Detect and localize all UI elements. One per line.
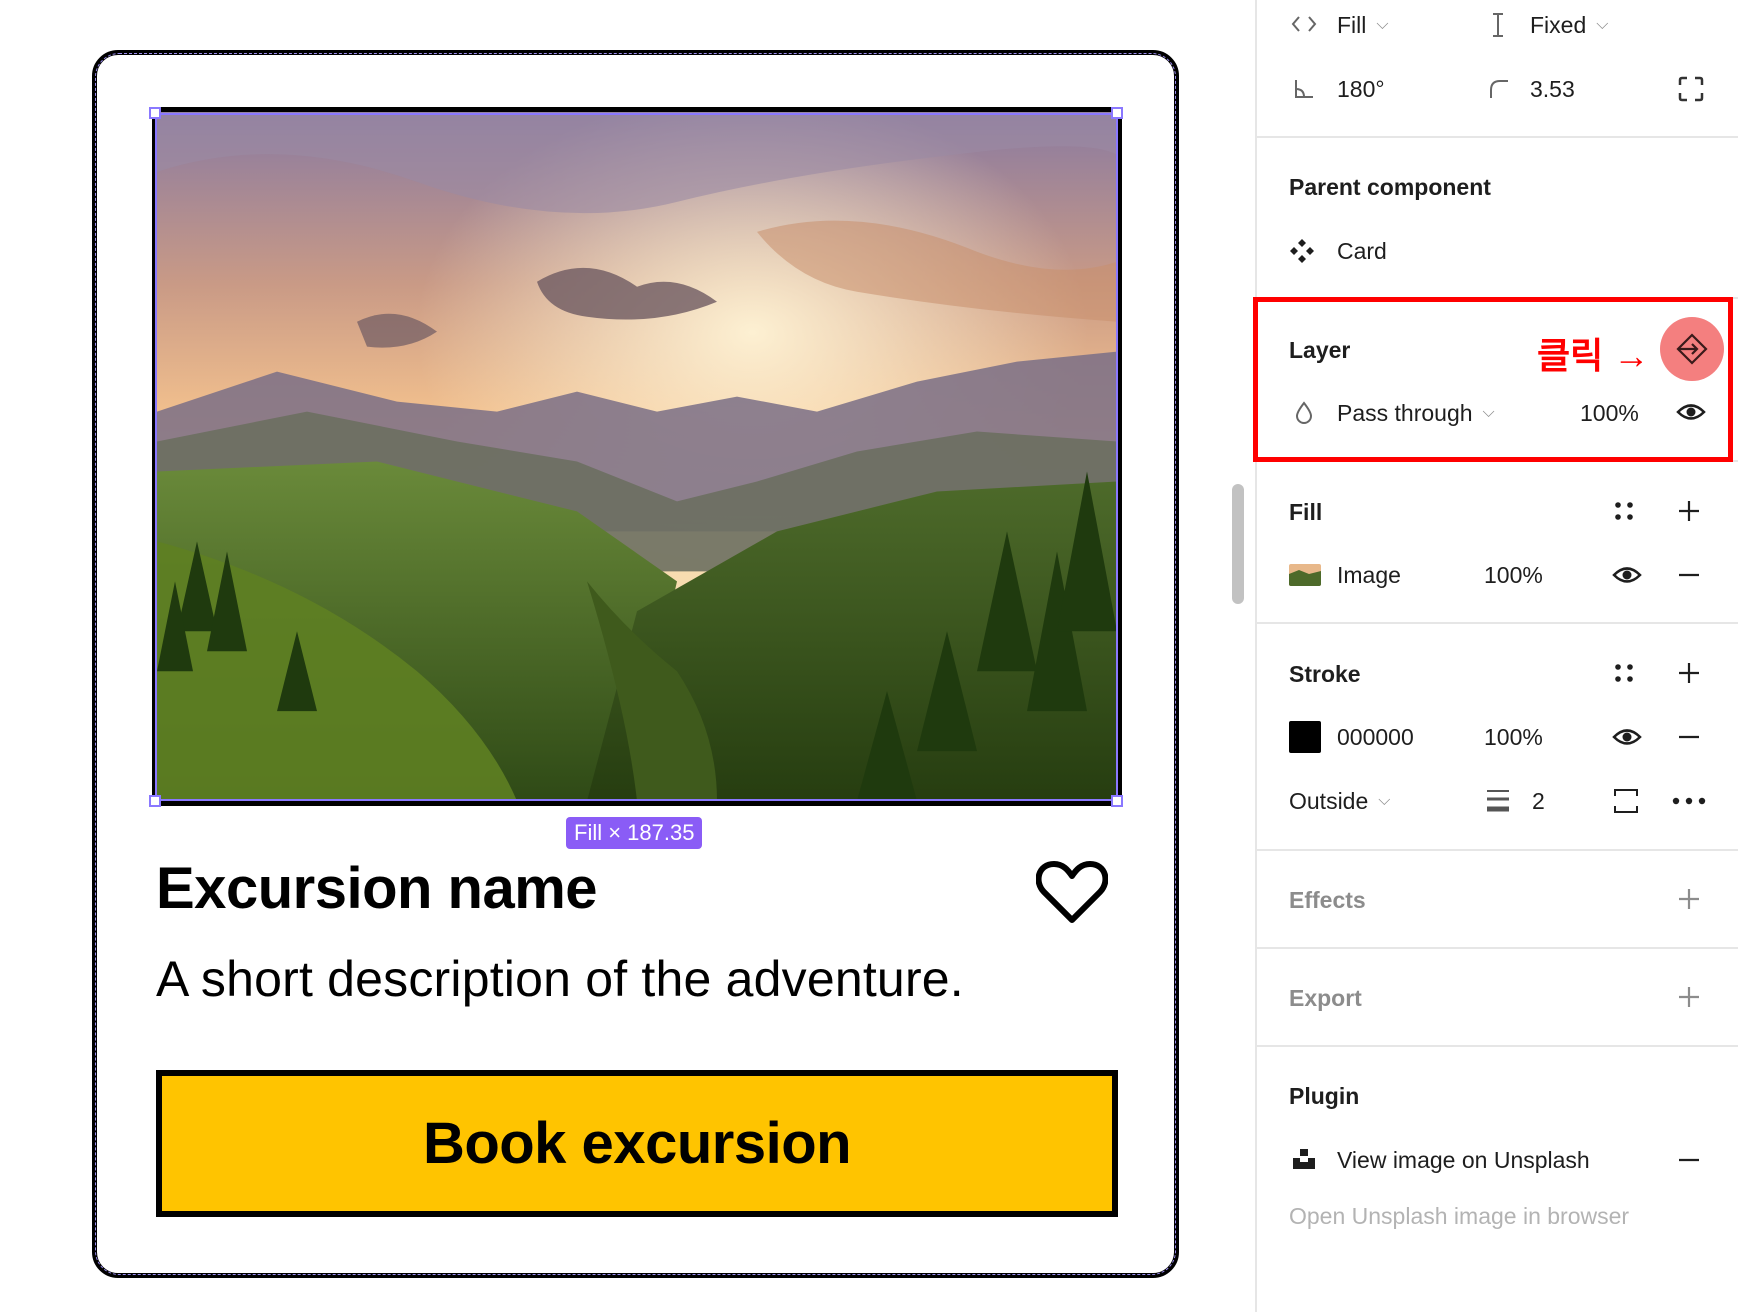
chevron-down-icon: ⌵	[1376, 16, 1389, 33]
individual-strokes-icon[interactable]	[1613, 788, 1639, 814]
stroke-weight-value: 2	[1532, 787, 1545, 814]
plugin-item-label: View image on Unsplash	[1337, 1146, 1590, 1173]
effects-title: Effects	[1289, 887, 1366, 913]
blend-mode-dropdown[interactable]: Pass through ⌵	[1337, 399, 1495, 427]
fill-type-value: Image	[1337, 561, 1401, 588]
chevron-down-icon: ⌵	[1378, 792, 1391, 809]
component-icon	[1290, 239, 1314, 263]
remove-fill-icon[interactable]	[1677, 564, 1701, 586]
section-divider	[1257, 947, 1738, 949]
layer-opacity-value: 100%	[1580, 399, 1639, 426]
layer-title: Layer	[1289, 337, 1351, 363]
width-mode-value: Fill	[1337, 11, 1367, 38]
stroke-opacity-value: 100%	[1484, 723, 1543, 750]
stroke-position-dropdown[interactable]: Outside ⌵	[1289, 787, 1390, 815]
blend-mode-value: Pass through	[1337, 399, 1473, 426]
independent-corners-icon[interactable]	[1678, 76, 1704, 102]
rotation-icon	[1295, 80, 1313, 98]
export-title: Export	[1289, 985, 1362, 1011]
add-stroke-icon[interactable]	[1677, 661, 1701, 685]
card-image[interactable]	[152, 107, 1122, 806]
corner-radius-icon	[1490, 80, 1508, 98]
parent-component-title: Parent component	[1289, 174, 1491, 200]
plugin-hint: Open Unsplash image in browser	[1289, 1203, 1630, 1229]
card-title[interactable]: Excursion name	[156, 855, 598, 922]
add-export-icon[interactable]	[1677, 985, 1701, 1009]
eye-icon[interactable]	[1612, 726, 1642, 748]
annotation-click-label: 클릭 →	[1537, 335, 1650, 376]
card-description[interactable]: A short description of the adventure.	[156, 950, 964, 1008]
view-on-unsplash-item[interactable]: View image on Unsplash	[1337, 1146, 1590, 1174]
fill-opacity-field[interactable]: 100%	[1484, 561, 1543, 589]
stroke-color-field[interactable]: 000000	[1337, 723, 1414, 751]
styles-grid-icon[interactable]	[1613, 500, 1635, 522]
add-effect-icon[interactable]	[1677, 887, 1701, 911]
corner-radius-value: 3.53	[1530, 75, 1575, 102]
remove-stroke-icon[interactable]	[1677, 726, 1701, 748]
image-fill-thumbnail[interactable]	[1289, 564, 1321, 586]
stroke-color-value: 000000	[1337, 723, 1414, 750]
blend-mode-drop-icon	[1295, 401, 1313, 424]
go-to-main-component-button[interactable]	[1660, 317, 1724, 381]
styles-grid-icon[interactable]	[1613, 662, 1635, 684]
height-mode-value: Fixed	[1530, 11, 1587, 38]
resize-handle-top-left[interactable]	[149, 107, 161, 119]
eye-icon[interactable]	[1612, 564, 1642, 586]
resize-handle-bottom-right[interactable]	[1111, 795, 1123, 807]
stroke-position-value: Outside	[1289, 787, 1369, 814]
unsplash-icon	[1293, 1149, 1315, 1169]
section-divider	[1257, 460, 1738, 462]
vertical-resize-icon	[1493, 13, 1503, 37]
heart-outline-icon[interactable]	[1036, 858, 1108, 924]
section-divider	[1257, 297, 1738, 299]
layer-opacity-field[interactable]: 100%	[1580, 399, 1639, 427]
chevron-down-icon: ⌵	[1596, 16, 1609, 33]
properties-panel: Fill ⌵ Fixed ⌵ 180° 3.53 Parent componen…	[1255, 0, 1738, 1312]
width-mode-dropdown[interactable]: Fill ⌵	[1337, 11, 1389, 39]
remove-plugin-data-icon[interactable]	[1677, 1149, 1701, 1171]
height-mode-dropdown[interactable]: Fixed ⌵	[1530, 11, 1608, 39]
eye-icon[interactable]	[1676, 401, 1706, 423]
mountain-valley-photo	[157, 112, 1117, 801]
section-divider	[1257, 1045, 1738, 1047]
section-divider	[1257, 136, 1738, 138]
resize-handle-bottom-left[interactable]	[149, 795, 161, 807]
plugin-title: Plugin	[1289, 1083, 1360, 1109]
design-canvas[interactable]: Fill × 187.35 Excursion name A short des…	[0, 0, 1255, 1312]
stroke-weight-icon	[1487, 790, 1509, 812]
horizontal-resize-icon	[1291, 16, 1317, 32]
rotation-field[interactable]: 180°	[1337, 75, 1385, 103]
section-divider	[1257, 622, 1738, 624]
canvas-scrollbar[interactable]	[1232, 484, 1244, 604]
selection-size-badge: Fill × 187.35	[566, 817, 703, 849]
go-to-main-component-icon	[1676, 333, 1708, 365]
parent-component-link[interactable]: Card	[1337, 237, 1387, 265]
parent-component-name: Card	[1337, 237, 1387, 264]
fill-opacity-value: 100%	[1484, 561, 1543, 588]
stroke-weight-field[interactable]: 2	[1532, 787, 1545, 815]
book-excursion-button[interactable]: Book excursion	[156, 1070, 1118, 1217]
stroke-title: Stroke	[1289, 661, 1361, 687]
fill-title: Fill	[1289, 499, 1323, 525]
stroke-color-swatch[interactable]	[1289, 721, 1321, 753]
more-options-icon[interactable]	[1672, 795, 1706, 807]
resize-handle-top-right[interactable]	[1111, 107, 1123, 119]
add-fill-icon[interactable]	[1677, 499, 1701, 523]
corner-radius-field[interactable]: 3.53	[1530, 75, 1575, 103]
fill-type-label[interactable]: Image	[1337, 561, 1401, 589]
rotation-value: 180°	[1337, 75, 1385, 102]
stroke-opacity-field[interactable]: 100%	[1484, 723, 1543, 751]
chevron-down-icon: ⌵	[1482, 404, 1495, 421]
section-divider	[1257, 849, 1738, 851]
